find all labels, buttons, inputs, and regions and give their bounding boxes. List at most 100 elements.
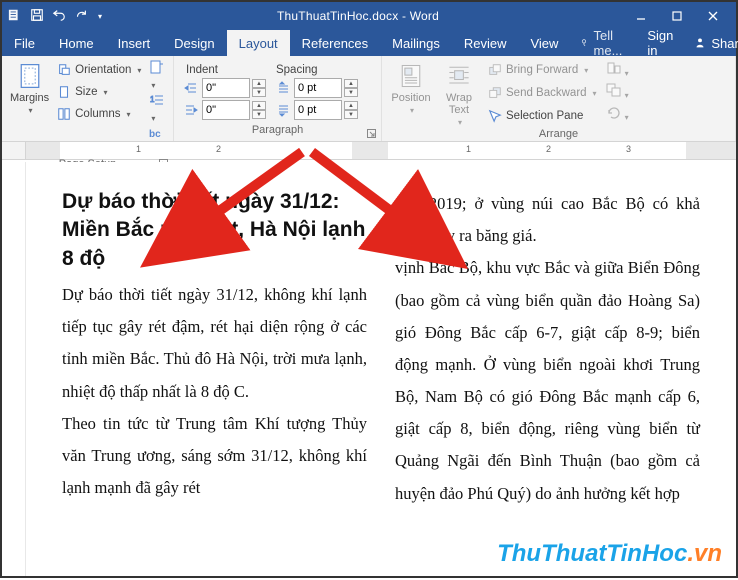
breaks-icon[interactable]: ▾ (149, 60, 165, 91)
spin-up[interactable]: ▲ (252, 101, 266, 110)
paragraph: Theo tin tức từ Trung tâm Khí tượng Thủy… (62, 408, 367, 505)
tab-review[interactable]: Review (452, 30, 519, 56)
tab-references[interactable]: References (290, 30, 380, 56)
heading: Dự báo thời tiết ngày 31/12: Miền Bắc mư… (62, 188, 367, 273)
ruler-number: 2 (546, 144, 551, 154)
line-numbers-icon[interactable]: 1▾ (149, 93, 165, 124)
tab-home[interactable]: Home (47, 30, 106, 56)
position-label: Position (391, 92, 430, 104)
ruler-number: 2 (216, 144, 221, 154)
paragraph: Dự báo thời tiết ngày 31/12, không khí l… (62, 279, 367, 408)
tab-layout[interactable]: Layout (227, 30, 290, 56)
svg-text:1: 1 (150, 95, 155, 104)
ruler-number: 1 (136, 144, 141, 154)
indent-right-spinner[interactable]: ▲▼ (182, 100, 266, 120)
column-2: 4/01/2019; ở vùng núi cao Bắc Bộ có khả … (395, 188, 700, 566)
paragraph: 4/01/2019; ở vùng núi cao Bắc Bộ có khả … (395, 188, 700, 252)
group-paragraph: Indent Spacing ▲▼ ▲▼ ▲▼ (174, 56, 382, 141)
orientation-label: Orientation (75, 64, 131, 76)
selection-pane-button[interactable]: Selection Pane (486, 106, 599, 126)
spin-down[interactable]: ▼ (344, 88, 358, 97)
paragraph: vịnh Bắc Bộ, khu vực Bắc và giữa Biển Đô… (395, 252, 700, 509)
size-label: Size (75, 86, 97, 98)
orientation-button[interactable]: Orientation▾ (55, 60, 143, 80)
window-controls (624, 5, 730, 27)
chevron-down-icon: ▾ (29, 106, 33, 115)
watermark: ThuThuatTinHoc.vn (497, 540, 722, 568)
columns-button[interactable]: Columns▾ (55, 104, 143, 124)
sign-in-link[interactable]: Sign in (637, 30, 683, 56)
indent-right-input[interactable] (202, 100, 250, 120)
tab-file[interactable]: File (2, 30, 47, 56)
redo-icon[interactable] (74, 8, 88, 25)
spacing-before-input[interactable] (294, 78, 342, 98)
indent-right-icon (182, 103, 200, 117)
vertical-ruler[interactable] (2, 162, 26, 576)
align-icon[interactable]: ▾ (605, 60, 629, 79)
columns-label: Columns (75, 108, 120, 120)
spin-up[interactable]: ▲ (344, 101, 358, 110)
page-content[interactable]: Dự báo thời tiết ngày 31/12: Miền Bắc mư… (26, 162, 736, 576)
group-label: Arrange (539, 128, 578, 140)
undo-icon[interactable] (52, 8, 66, 25)
watermark-part1: ThuThuatTinHoc (497, 540, 687, 567)
tab-insert[interactable]: Insert (106, 30, 163, 56)
size-button[interactable]: Size▾ (55, 82, 143, 102)
quick-access-toolbar: ▾ (8, 8, 102, 25)
group-page-setup: Margins ▾ Orientation▾ Size▾ Columns▾ ▾ (2, 56, 174, 141)
watermark-part2: .vn (687, 540, 722, 567)
spin-up[interactable]: ▲ (252, 79, 266, 88)
ribbon: Margins ▾ Orientation▾ Size▾ Columns▾ ▾ (2, 56, 736, 142)
share-label: Share (711, 36, 738, 51)
ruler-number: 3 (626, 144, 631, 154)
ruler-row: 1 2 1 2 3 (2, 142, 736, 160)
spacing-before-icon (274, 81, 292, 95)
wrap-text-label: Wrap Text (438, 92, 480, 116)
indent-left-icon (182, 81, 200, 95)
margins-label: Margins (10, 92, 49, 104)
spacing-after-icon (274, 103, 292, 117)
rotate-icon[interactable]: ▾ (605, 104, 629, 123)
spacing-after-input[interactable] (294, 100, 342, 120)
minimize-button[interactable] (624, 5, 658, 27)
tab-design[interactable]: Design (162, 30, 226, 56)
selection-pane-label: Selection Pane (506, 110, 583, 122)
maximize-button[interactable] (660, 5, 694, 27)
group-arrange: Position▾ Wrap Text▾ Bring Forward▾ Send… (382, 56, 736, 141)
window-title: ThuThuatTinHoc.docx - Word (102, 9, 614, 23)
bring-forward-label: Bring Forward (506, 64, 578, 76)
tab-mailings[interactable]: Mailings (380, 30, 452, 56)
ruler-number: 1 (466, 144, 471, 154)
spin-down[interactable]: ▼ (252, 110, 266, 119)
share-button[interactable]: Share (683, 30, 738, 56)
horizontal-ruler[interactable]: 1 2 1 2 3 (26, 142, 736, 159)
send-backward-label: Send Backward (506, 87, 587, 99)
wrap-text-button[interactable]: Wrap Text▾ (438, 60, 480, 127)
bring-forward-button[interactable]: Bring Forward▾ (486, 60, 599, 80)
spacing-after-spinner[interactable]: ▲▼ (274, 100, 358, 120)
title-bar: ▾ ThuThuatTinHoc.docx - Word (2, 2, 736, 30)
spacing-label: Spacing (276, 60, 318, 76)
spacing-before-spinner[interactable]: ▲▼ (274, 78, 358, 98)
send-backward-button[interactable]: Send Backward▾ (486, 83, 599, 103)
document-area: Dự báo thời tiết ngày 31/12: Miền Bắc mư… (2, 162, 736, 576)
indent-left-spinner[interactable]: ▲▼ (182, 78, 266, 98)
word-app-icon (8, 8, 22, 25)
group-label: Paragraph (252, 124, 303, 136)
spin-down[interactable]: ▼ (252, 88, 266, 97)
indent-label: Indent (186, 60, 218, 76)
ribbon-tabs: File Home Insert Design Layout Reference… (2, 30, 736, 56)
close-button[interactable] (696, 5, 730, 27)
tell-me-search[interactable]: Tell me... (570, 30, 637, 56)
group-objects-icon[interactable]: ▾ (605, 82, 629, 101)
dialog-launcher-icon[interactable] (365, 127, 377, 139)
spin-down[interactable]: ▼ (344, 110, 358, 119)
tab-view[interactable]: View (518, 30, 570, 56)
indent-left-input[interactable] (202, 78, 250, 98)
tell-me-label: Tell me... (594, 28, 628, 58)
save-icon[interactable] (30, 8, 44, 25)
spin-up[interactable]: ▲ (344, 79, 358, 88)
column-1: Dự báo thời tiết ngày 31/12: Miền Bắc mư… (62, 188, 367, 566)
position-button[interactable]: Position▾ (390, 60, 432, 127)
svg-text:bc: bc (149, 129, 161, 140)
